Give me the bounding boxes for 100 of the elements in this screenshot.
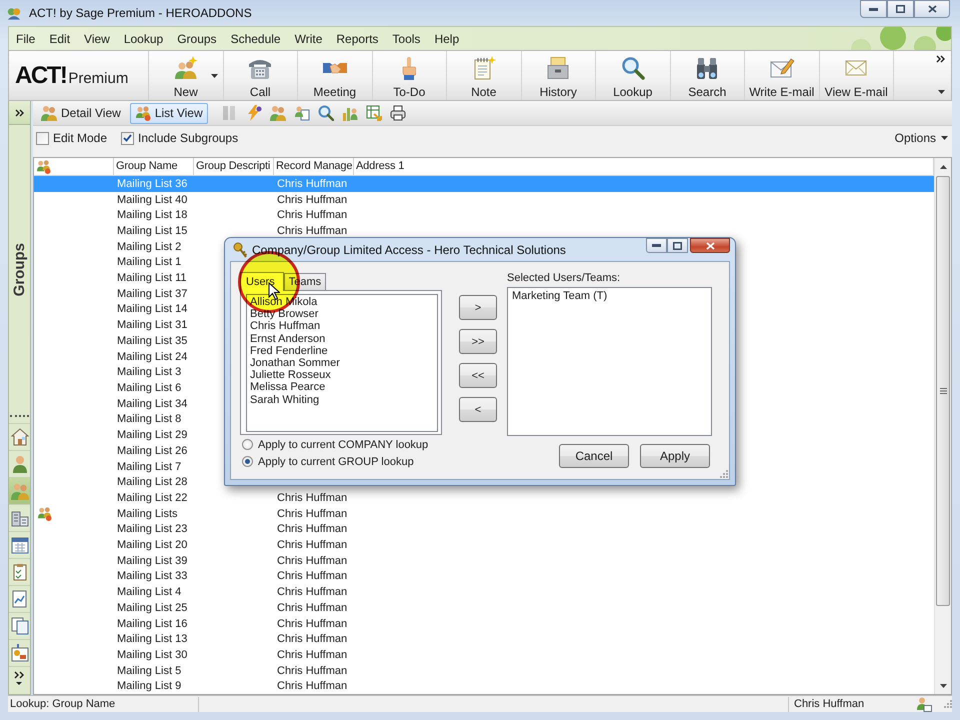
table-row[interactable]: Mailing List 39 Chris Huffman — [34, 552, 934, 569]
table-row[interactable]: Mailing List 25 Chris Huffman — [34, 600, 934, 616]
checkbox-label[interactable]: Include Subgroups — [138, 131, 238, 145]
table-row[interactable]: Mailing List 40 Chris Huffman — [34, 192, 934, 208]
menu-item[interactable]: Groups — [170, 32, 224, 46]
menu-item[interactable]: Schedule — [224, 32, 288, 46]
grip-icon — [940, 388, 946, 394]
user-list-item[interactable]: Juliette Rosseux — [249, 369, 435, 382]
pie-chart-icon — [10, 644, 28, 662]
magnifier-icon — [620, 56, 645, 80]
sidebar-title: Groups — [11, 243, 28, 297]
radio-label[interactable]: Apply to current GROUP lookup — [258, 456, 414, 468]
overflow-button[interactable] — [936, 55, 945, 63]
group-name: Mailing List 9 — [117, 680, 182, 692]
view-button[interactable]: Detail View — [36, 102, 126, 124]
group-name: Mailing List 29 — [117, 429, 188, 442]
checkbox[interactable] — [36, 132, 49, 144]
selected-list-item[interactable]: Marketing Team (T) — [511, 290, 708, 302]
user-list-item[interactable]: Melissa Pearce — [249, 381, 435, 394]
maximize-button[interactable] — [887, 0, 914, 18]
toolbar-button[interactable]: Write E-mail — [745, 51, 820, 100]
expand-button[interactable] — [9, 101, 30, 125]
move-button[interactable]: >> — [459, 329, 497, 354]
user-list-item[interactable]: Sarah Whiting — [249, 394, 435, 406]
table-row[interactable]: Mailing Lists Chris Huffman — [34, 506, 934, 522]
down-arrow-icon — [940, 684, 946, 688]
table-row[interactable]: Mailing List 9 Chris Huffman — [34, 678, 934, 694]
toolbar-button[interactable]: Call — [224, 51, 298, 100]
toolbar-button[interactable]: Lookup — [596, 51, 670, 100]
table-row[interactable]: Mailing List 23 Chris Huffman — [34, 521, 934, 538]
view-button[interactable]: List View — [130, 102, 208, 124]
toolbar-button[interactable]: History — [522, 51, 596, 100]
dialog-button[interactable]: Cancel — [559, 444, 629, 468]
menu-item[interactable]: Tools — [385, 32, 428, 46]
caret-icon — [938, 90, 945, 94]
menu-item[interactable]: Reports — [329, 32, 386, 46]
checkbox[interactable] — [121, 132, 134, 144]
table-row[interactable]: Mailing List 4 Chris Huffman — [34, 584, 934, 600]
record-manager-name: Chris Huffman — [277, 602, 348, 614]
column-header[interactable]: Group Descripti — [194, 158, 274, 175]
column-header[interactable] — [34, 158, 114, 175]
user-list-item[interactable]: Chris Huffman — [249, 320, 435, 333]
toolbar-button[interactable]: Search — [670, 51, 745, 100]
move-button[interactable]: < — [459, 397, 497, 422]
table-row[interactable]: Mailing List 5 Chris Huffman — [34, 662, 934, 678]
user-list-item[interactable]: Betty Browser — [249, 308, 435, 320]
chevron-caret-icon — [14, 671, 25, 686]
dialog-button[interactable]: Apply — [640, 444, 710, 468]
user-list-item[interactable]: Ernst Anderson — [249, 332, 435, 345]
menu-item[interactable]: Write — [288, 32, 330, 46]
radio-button[interactable] — [242, 456, 253, 467]
file-box-icon — [547, 57, 570, 79]
user-list-item[interactable]: Fred Fenderline — [249, 344, 435, 358]
list-label: Selected Users/Teams: — [507, 271, 622, 285]
menu-item[interactable]: Edit — [42, 32, 78, 46]
minimize-button[interactable] — [646, 238, 667, 253]
caret-icon — [941, 136, 948, 140]
buildings-icon — [10, 509, 28, 527]
table-row[interactable]: Mailing List 15 Chris Huffman — [34, 223, 934, 239]
customize-button[interactable] — [938, 90, 945, 94]
user-list-item[interactable]: Jonathan Sommer — [249, 357, 435, 370]
calendar-icon — [10, 536, 28, 554]
table-row[interactable]: Mailing List 30 Chris Huffman — [34, 647, 934, 663]
radio-label[interactable]: Apply to current COMPANY lookup — [258, 438, 428, 450]
column-header[interactable]: Record Manage — [274, 158, 354, 175]
table-row[interactable]: Mailing List 18 Chris Huffman — [34, 207, 934, 224]
close-button[interactable] — [690, 238, 730, 253]
table-row[interactable]: Mailing List 33 Chris Huffman — [34, 568, 934, 584]
menu-item[interactable]: Lookup — [116, 32, 170, 46]
options-menu-button[interactable]: Options — [894, 131, 948, 145]
checkbox-label[interactable]: Edit Mode — [53, 131, 108, 145]
printer-icon — [390, 105, 406, 121]
checkmark-icon — [123, 134, 132, 142]
toolbar-button[interactable]: New — [149, 51, 224, 100]
record-manager-name: Chris Huffman — [277, 586, 348, 598]
menu-item[interactable]: Help — [427, 32, 466, 46]
group-name: Mailing List 30 — [117, 648, 188, 661]
toolbar-button[interactable]: Meeting — [298, 51, 372, 100]
menu-item[interactable]: File — [9, 32, 42, 46]
radio-button[interactable] — [242, 439, 253, 450]
minimize-button[interactable] — [860, 0, 887, 18]
maximize-button[interactable] — [667, 238, 688, 253]
table-row[interactable]: Mailing List 20 Chris Huffman — [34, 537, 934, 553]
move-button[interactable]: > — [459, 295, 497, 320]
column-header[interactable]: Group Name — [114, 158, 194, 175]
group-name: Mailing List 13 — [117, 633, 188, 646]
menu-item[interactable]: View — [77, 32, 117, 46]
envelope-pencil-icon — [770, 57, 794, 79]
status-text: Lookup: Group Name — [8, 696, 199, 712]
close-button[interactable] — [914, 0, 950, 18]
toolbar-button[interactable]: Note — [447, 51, 522, 100]
table-row[interactable]: Mailing List 22 Chris Huffman — [34, 490, 934, 506]
table-row[interactable]: Mailing List 16 Chris Huffman — [34, 616, 934, 632]
scrollbar-thumb[interactable] — [936, 176, 950, 606]
toolbar-button[interactable]: To-Do — [372, 51, 447, 100]
table-row[interactable]: Mailing List 13 Chris Huffman — [34, 631, 934, 648]
record-manager-name: Chris Huffman — [277, 539, 348, 552]
toolbar-button[interactable]: View E-mail — [820, 51, 894, 100]
move-button[interactable]: << — [459, 363, 497, 388]
group-name: Mailing List 15 — [117, 224, 188, 237]
